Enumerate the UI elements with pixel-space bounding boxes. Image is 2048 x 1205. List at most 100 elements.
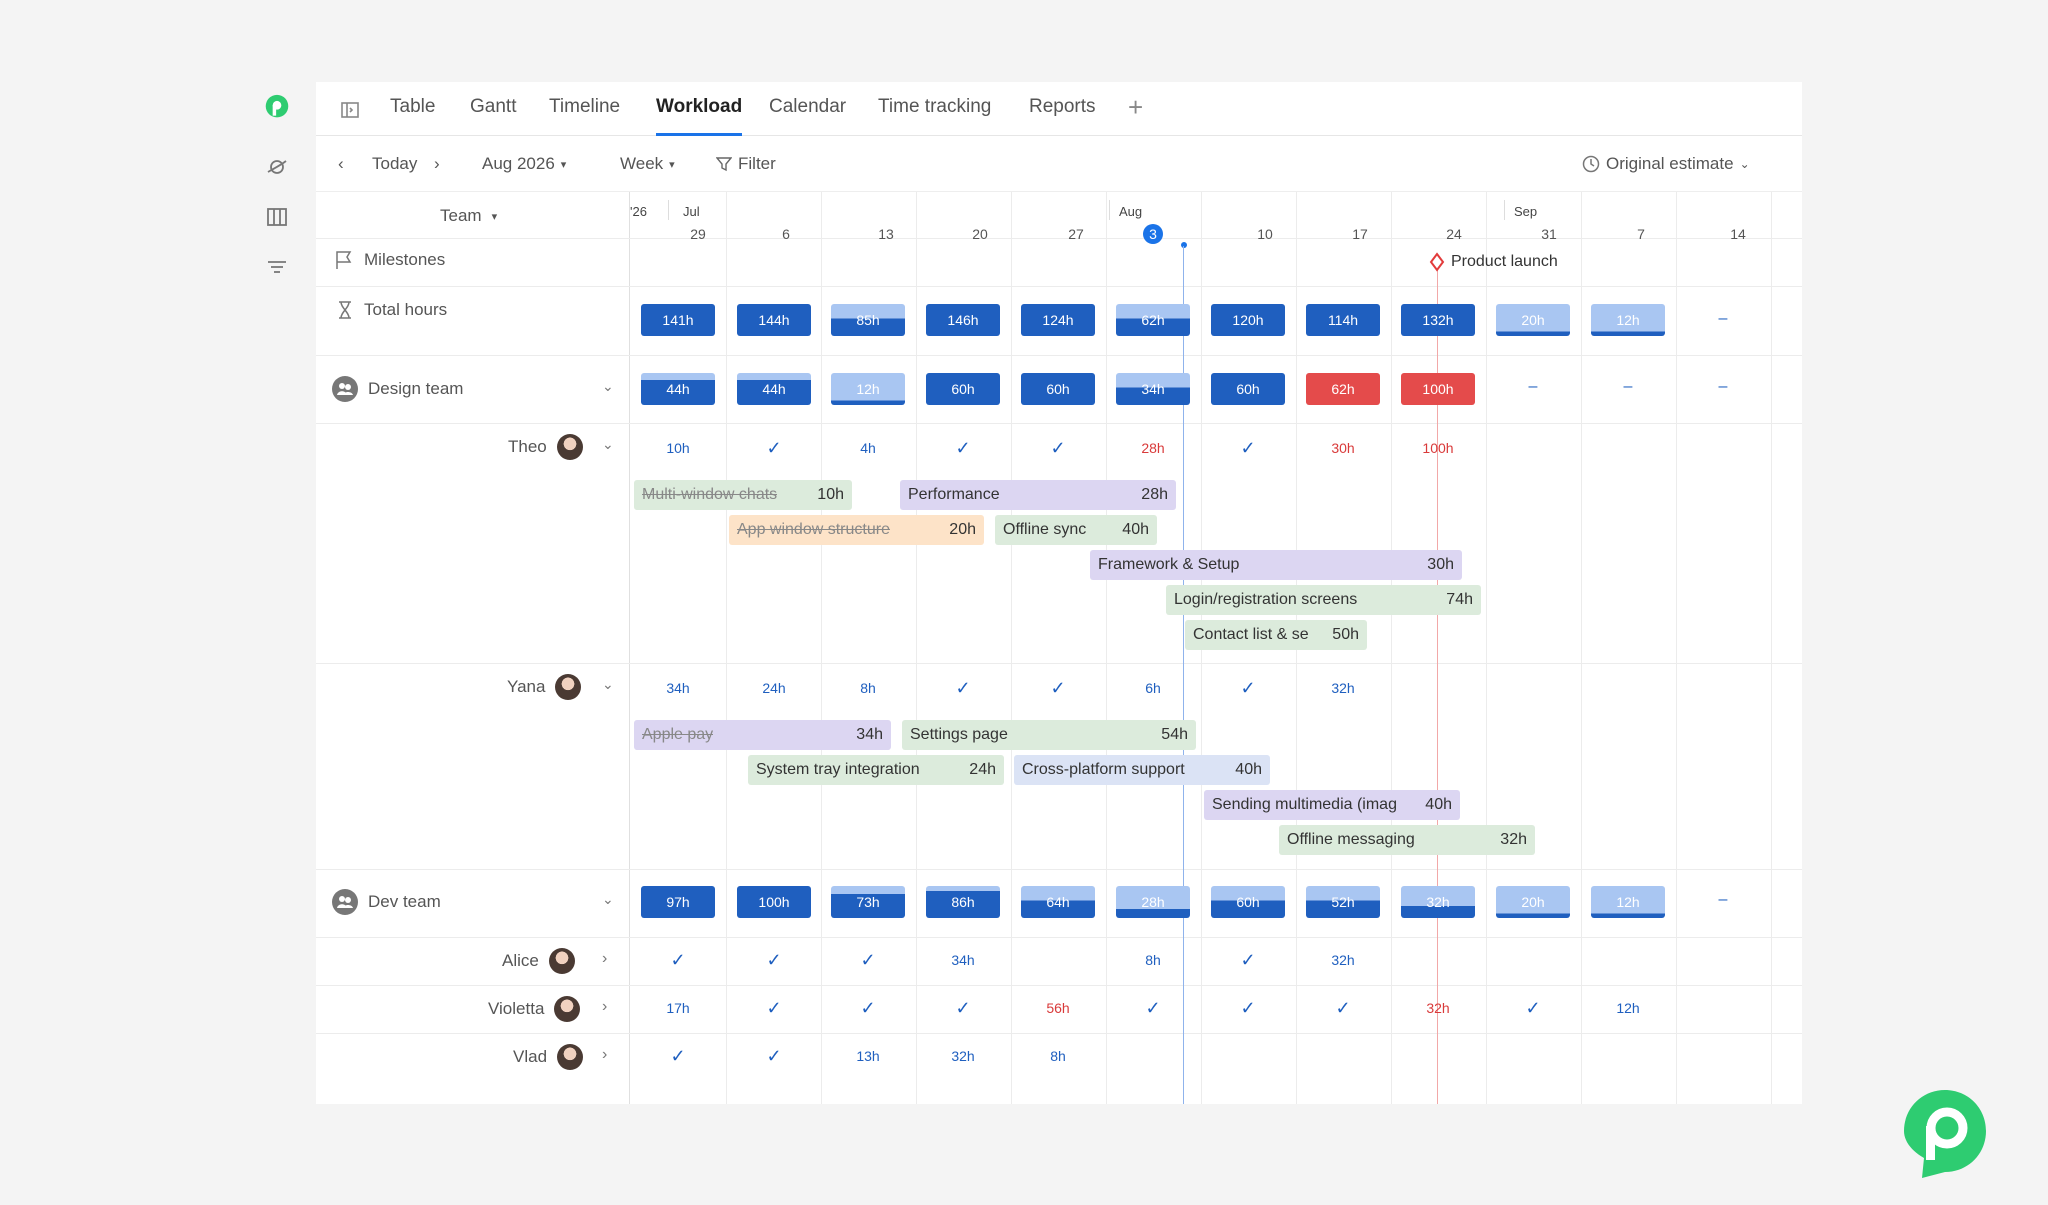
- milestone-product-launch[interactable]: Product launch: [1429, 252, 1558, 272]
- chevron-down-icon: ▾: [491, 210, 498, 223]
- dev-team-row[interactable]: Dev team: [332, 889, 441, 915]
- total-hours-chip[interactable]: 120h: [1211, 304, 1285, 336]
- task-bar[interactable]: Multi-window chats 10h: [634, 480, 852, 510]
- check-icon: ✓: [1335, 998, 1351, 1018]
- alice-week-cell: 34h: [951, 952, 975, 968]
- add-view-icon[interactable]: +: [1128, 92, 1143, 132]
- design-team-chip[interactable]: 60h: [1021, 373, 1095, 405]
- chevron-down-icon[interactable]: ⌄: [602, 436, 614, 453]
- tab-gantt[interactable]: Gantt: [470, 96, 516, 136]
- tab-timeline[interactable]: Timeline: [549, 96, 620, 136]
- design-team-chip-over[interactable]: 62h: [1306, 373, 1380, 405]
- task-bar[interactable]: Framework & Setup 30h: [1090, 550, 1462, 580]
- filter-lines-icon[interactable]: [264, 254, 290, 280]
- today-button[interactable]: Today: [372, 154, 417, 174]
- check-icon: ✓: [670, 950, 686, 970]
- person-alice[interactable]: Alice: [502, 948, 575, 974]
- task-bar[interactable]: Apple pay 34h: [634, 720, 891, 750]
- task-bar[interactable]: Settings page 54h: [902, 720, 1196, 750]
- dev-team-chip[interactable]: 86h: [926, 886, 1000, 918]
- total-hours-chip[interactable]: 85h: [831, 304, 905, 336]
- tab-table[interactable]: Table: [390, 96, 435, 136]
- prev-icon[interactable]: ‹: [338, 154, 344, 174]
- dev-team-chip[interactable]: 20h: [1496, 886, 1570, 918]
- chevron-right-icon[interactable]: ›: [602, 998, 607, 1016]
- day-label: 7: [1637, 226, 1645, 242]
- design-team-chip[interactable]: 34h: [1116, 373, 1190, 405]
- person-theo[interactable]: Theo: [508, 434, 583, 460]
- chevron-right-icon[interactable]: ›: [602, 950, 607, 968]
- yana-week-cell: 6h: [1145, 680, 1161, 696]
- estimate-select[interactable]: Original estimate ⌄: [1582, 154, 1750, 174]
- dev-team-chip[interactable]: 12h: [1591, 886, 1665, 918]
- task-bar[interactable]: Contact list & se 50h: [1185, 620, 1367, 650]
- task-name: Cross-platform support: [1022, 761, 1185, 778]
- tab-reports[interactable]: Reports: [1029, 96, 1096, 136]
- task-bar[interactable]: Login/registration screens 74h: [1166, 585, 1481, 615]
- clock-icon: [1582, 155, 1600, 173]
- sidebar-toggle-icon[interactable]: [340, 100, 360, 125]
- total-hours-chip[interactable]: 132h: [1401, 304, 1475, 336]
- check-icon: ✓: [955, 998, 971, 1018]
- dev-team-chip[interactable]: 100h: [737, 886, 811, 918]
- app-logo-icon[interactable]: [264, 94, 290, 120]
- board-icon[interactable]: [264, 204, 290, 230]
- check-icon: ✓: [766, 438, 782, 458]
- dev-team-chip[interactable]: 60h: [1211, 886, 1285, 918]
- design-team-row[interactable]: Design team: [332, 376, 463, 402]
- task-bar[interactable]: Performance 28h: [900, 480, 1176, 510]
- dev-team-chip[interactable]: 64h: [1021, 886, 1095, 918]
- task-bar[interactable]: System tray integration 24h: [748, 755, 1004, 785]
- task-bar[interactable]: Cross-platform support 40h: [1014, 755, 1270, 785]
- chevron-down-icon[interactable]: ⌄: [602, 891, 614, 908]
- tab-calendar[interactable]: Calendar: [769, 96, 846, 136]
- person-vlad[interactable]: Vlad: [513, 1044, 584, 1070]
- dev-team-chip[interactable]: 28h: [1116, 886, 1190, 918]
- vlad-week-cell: 8h: [1050, 1048, 1066, 1064]
- filter-label: Filter: [738, 154, 776, 173]
- design-team-chip[interactable]: 60h: [1211, 373, 1285, 405]
- month-select[interactable]: Aug 2026 ▾: [482, 154, 566, 174]
- chevron-right-icon[interactable]: ›: [602, 1046, 607, 1064]
- planet-icon[interactable]: [264, 154, 290, 180]
- scale-select[interactable]: Week ▾: [620, 154, 675, 174]
- task-name: Login/registration screens: [1174, 591, 1358, 608]
- total-hours-chip[interactable]: 114h: [1306, 304, 1380, 336]
- tab-workload[interactable]: Workload: [656, 96, 743, 136]
- dev-team-chip[interactable]: 97h: [641, 886, 715, 918]
- total-hours-chip[interactable]: 12h: [1591, 304, 1665, 336]
- next-icon[interactable]: ›: [434, 154, 440, 174]
- check-icon: ✓: [1050, 438, 1066, 458]
- task-bar[interactable]: App window structure 20h: [729, 515, 984, 545]
- milestones-label: Milestones: [364, 250, 446, 269]
- total-hours-chip[interactable]: 124h: [1021, 304, 1095, 336]
- total-hours-chip[interactable]: 146h: [926, 304, 1000, 336]
- chevron-down-icon[interactable]: ⌄: [602, 378, 614, 395]
- total-hours-chip[interactable]: 144h: [737, 304, 811, 336]
- tab-time-tracking[interactable]: Time tracking: [878, 96, 991, 136]
- design-team-chip[interactable]: 44h: [641, 373, 715, 405]
- dev-team-chip[interactable]: 73h: [831, 886, 905, 918]
- task-hours: 74h: [1446, 591, 1473, 608]
- team-group-select[interactable]: Team ▾: [440, 206, 497, 226]
- avatar: [548, 948, 575, 974]
- dev-team-chip[interactable]: 32h: [1401, 886, 1475, 918]
- person-name: Violetta: [488, 999, 545, 1018]
- dev-team-chip[interactable]: 52h: [1306, 886, 1380, 918]
- design-team-chip-over[interactable]: 100h: [1401, 373, 1475, 405]
- task-bar[interactable]: Offline sync 40h: [995, 515, 1157, 545]
- filter-button[interactable]: Filter: [716, 154, 776, 174]
- task-bar[interactable]: Offline messaging 32h: [1279, 825, 1535, 855]
- chevron-down-icon[interactable]: ⌄: [602, 676, 614, 693]
- person-violetta[interactable]: Violetta: [488, 996, 581, 1022]
- person-yana[interactable]: Yana: [507, 674, 582, 700]
- task-bar[interactable]: Sending multimedia (imag 40h: [1204, 790, 1460, 820]
- design-team-chip[interactable]: 44h: [737, 373, 811, 405]
- total-hours-chip[interactable]: 20h: [1496, 304, 1570, 336]
- design-team-chip[interactable]: 60h: [926, 373, 1000, 405]
- total-hours-chip[interactable]: 62h: [1116, 304, 1190, 336]
- task-hours: 10h: [817, 486, 844, 503]
- month-label: Sep: [1514, 204, 1538, 219]
- design-team-chip[interactable]: 12h: [831, 373, 905, 405]
- total-hours-chip[interactable]: 141h: [641, 304, 715, 336]
